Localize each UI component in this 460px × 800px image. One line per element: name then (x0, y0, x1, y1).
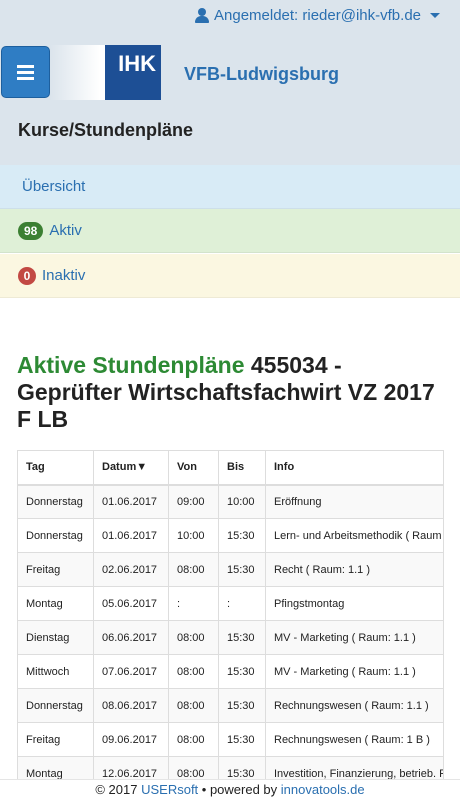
cell-von: 08:00 (168, 552, 219, 587)
cell-tag: Freitag (17, 552, 94, 587)
cell-tag: Donnerstag (17, 518, 94, 553)
cell-info: Pfingstmontag (265, 586, 444, 621)
table-row: Donnerstag 08.06.2017 08:00 15:30 Rechnu… (17, 688, 444, 723)
active-count-badge: 98 (18, 221, 44, 240)
cell-datum: 01.06.2017 (93, 484, 169, 519)
table-header-row: Tag Datum▼ Von Bis Info (17, 450, 444, 486)
column-header-von[interactable]: Von (168, 450, 219, 486)
cell-datum: 05.06.2017 (93, 586, 169, 621)
table-row: Freitag 02.06.2017 08:00 15:30 Recht ( R… (17, 552, 444, 587)
nav-item-inactive[interactable]: 0 Inaktiv (0, 254, 460, 298)
cell-tag: Dienstag (17, 620, 94, 655)
section-title: Aktive Stundenpläne 455034 - Geprüfter W… (17, 352, 447, 433)
cell-tag: Freitag (17, 722, 94, 757)
column-header-tag[interactable]: Tag (17, 450, 94, 486)
cell-von: 09:00 (168, 484, 219, 519)
column-header-info[interactable]: Info (265, 450, 444, 486)
menu-toggle-button[interactable] (1, 46, 50, 98)
table-row: Donnerstag 01.06.2017 09:00 10:00 Eröffn… (17, 484, 444, 519)
cell-info: Lern- und Arbeitsmethodik ( Raum (265, 518, 444, 553)
cell-von: 08:00 (168, 620, 219, 655)
cell-info: Rechnungswesen ( Raum: 1 B ) (265, 722, 444, 757)
cell-von: 08:00 (168, 688, 219, 723)
cell-datum: 02.06.2017 (93, 552, 169, 587)
column-header-bis[interactable]: Bis (218, 450, 266, 486)
table-row: Mittwoch 07.06.2017 08:00 15:30 MV - Mar… (17, 654, 444, 689)
table-row: Donnerstag 01.06.2017 10:00 15:30 Lern- … (17, 518, 444, 553)
cell-tag: Donnerstag (17, 688, 94, 723)
cell-info: MV - Marketing ( Raum: 1.1 ) (265, 620, 444, 655)
hamburger-icon-bar (17, 76, 34, 80)
table-row: Montag 05.06.2017 : : Pfingstmontag (17, 586, 444, 621)
app-header: Angemeldet: rieder@ihk-vfb.de IHK VFB-Lu… (0, 0, 460, 165)
cell-datum: 01.06.2017 (93, 518, 169, 553)
cell-tag: Mittwoch (17, 654, 94, 689)
caret-down-icon (430, 13, 440, 18)
cell-bis: 15:30 (218, 722, 266, 757)
cell-tag: Montag (17, 586, 94, 621)
page-title: Kurse/Stundenpläne (18, 120, 194, 140)
column-header-datum[interactable]: Datum▼ (93, 450, 169, 486)
table-row: Freitag 09.06.2017 08:00 15:30 Rechnungs… (17, 722, 444, 757)
page-footer: © 2017 USERsoft • powered by innovatools… (0, 779, 460, 800)
section-title-status: Aktive Stundenpläne (17, 352, 245, 378)
cell-von: 08:00 (168, 654, 219, 689)
cell-datum: 08.06.2017 (93, 688, 169, 723)
hamburger-icon-bar (17, 70, 34, 74)
cell-bis: : (218, 586, 266, 621)
user-icon (195, 8, 209, 23)
cell-datum: 07.06.2017 (93, 654, 169, 689)
cell-bis: 15:30 (218, 552, 266, 587)
login-text: Angemeldet: rieder@ihk-vfb.de (214, 7, 421, 24)
nav-item-active-label: Aktiv (49, 222, 82, 239)
footer-separator: • powered by (198, 782, 281, 797)
footer-copyright: © 2017 (95, 782, 142, 797)
ihk-logo[interactable]: IHK (50, 45, 161, 100)
brand-link[interactable]: VFB-Ludwigsburg (184, 64, 339, 85)
login-dropdown[interactable]: Angemeldet: rieder@ihk-vfb.de (195, 7, 440, 24)
table-row: Dienstag 06.06.2017 08:00 15:30 MV - Mar… (17, 620, 444, 655)
cell-von: 10:00 (168, 518, 219, 553)
hamburger-icon-bar (17, 64, 34, 68)
cell-datum: 06.06.2017 (93, 620, 169, 655)
nav-item-active[interactable]: 98 Aktiv (0, 209, 460, 253)
cell-info: Recht ( Raum: 1.1 ) (265, 552, 444, 587)
cell-datum: 09.06.2017 (93, 722, 169, 757)
cell-info: Eröffnung (265, 484, 444, 519)
nav-item-overview-label: Übersicht (22, 178, 86, 195)
cell-bis: 10:00 (218, 484, 266, 519)
cell-info: Rechnungswesen ( Raum: 1.1 ) (265, 688, 444, 723)
cell-tag: Donnerstag (17, 484, 94, 519)
cell-bis: 15:30 (218, 620, 266, 655)
cell-bis: 15:30 (218, 654, 266, 689)
footer-powered-link[interactable]: innovatools.de (281, 782, 365, 797)
nav-item-overview[interactable]: Übersicht (0, 165, 460, 209)
cell-von: 08:00 (168, 722, 219, 757)
ihk-logo-text: IHK (118, 51, 156, 76)
footer-company-link[interactable]: USERsoft (141, 782, 198, 797)
inactive-count-badge: 0 (18, 266, 36, 285)
cell-bis: 15:30 (218, 518, 266, 553)
cell-info: MV - Marketing ( Raum: 1.1 ) (265, 654, 444, 689)
cell-bis: 15:30 (218, 688, 266, 723)
nav-item-inactive-label: Inaktiv (42, 267, 86, 284)
cell-von: : (168, 586, 219, 621)
schedule-table: Tag Datum▼ Von Bis Info Donnerstag 01.06… (17, 450, 444, 791)
